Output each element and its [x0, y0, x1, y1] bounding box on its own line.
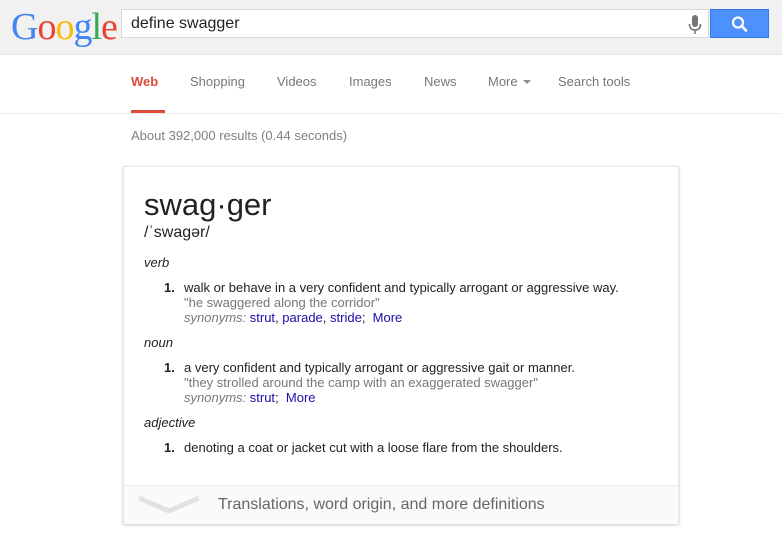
search-tabs: Web Shopping Videos Images News More Sea… [0, 55, 782, 114]
synonym-separator: ; [275, 390, 286, 405]
sense-number: 1. [164, 360, 175, 375]
tab-images[interactable]: Images [349, 74, 392, 89]
search-icon [731, 16, 748, 32]
dropdown-caret-icon [522, 80, 531, 84]
microphone-icon[interactable] [688, 15, 702, 35]
synonym-separator: ; [361, 310, 373, 325]
logo-letter-e: e [101, 6, 118, 48]
part-of-speech-verb: verb [144, 255, 170, 270]
active-tab-underline [131, 110, 165, 113]
logo-letter-g1: G [11, 6, 38, 48]
top-bar: Google [0, 0, 782, 55]
part-of-speech-noun: noun [144, 335, 173, 350]
sense-definition: walk or behave in a very confident and t… [184, 280, 619, 295]
synonyms-row: synonyms: strut; More [184, 390, 316, 405]
synonym-link[interactable]: parade [282, 310, 322, 325]
synonym-link[interactable]: strut [250, 390, 275, 405]
sense-example: "he swaggered along the corridor" [184, 295, 380, 310]
logo-letter-o1: o [37, 6, 56, 48]
logo-letter-o2: o [55, 6, 74, 48]
part-of-speech-adjective: adjective [144, 415, 196, 430]
synonyms-label: synonyms: [184, 310, 247, 325]
sense-number: 1. [164, 440, 175, 455]
synonyms-row: synonyms: strut, parade, stride; More [184, 310, 402, 325]
tab-news[interactable]: News [424, 74, 457, 89]
tab-more-label: More [488, 74, 518, 89]
tab-search-tools[interactable]: Search tools [558, 74, 630, 89]
logo-letter-g2: g [73, 6, 92, 48]
logo-letter-l: l [91, 6, 102, 48]
more-definitions-bar[interactable]: Translations, word origin, and more defi… [124, 485, 678, 524]
more-definitions-label: Translations, word origin, and more defi… [218, 496, 545, 513]
sense-number: 1. [164, 280, 175, 295]
more-synonyms-link[interactable]: More [286, 390, 316, 405]
synonym-separator: , [322, 310, 331, 325]
google-logo[interactable]: Google [11, 6, 118, 48]
synonym-link[interactable]: strut [250, 310, 275, 325]
search-button[interactable] [710, 9, 769, 38]
sense-example: "they strolled around the camp with an e… [184, 375, 538, 390]
pronunciation: /ˈswagər/ [144, 224, 210, 241]
sense-definition: denoting a coat or jacket cut with a loo… [184, 440, 563, 455]
synonyms-label: synonyms: [184, 390, 247, 405]
search-input[interactable] [131, 14, 671, 34]
tab-videos[interactable]: Videos [277, 74, 317, 89]
sense-definition: a very confident and typically arrogant … [184, 360, 575, 375]
tab-web[interactable]: Web [131, 74, 158, 89]
search-box[interactable] [121, 9, 709, 38]
synonym-link[interactable]: stride [330, 310, 362, 325]
tab-more[interactable]: More [488, 74, 531, 89]
more-synonyms-link[interactable]: More [373, 310, 403, 325]
result-stats: About 392,000 results (0.44 seconds) [131, 128, 348, 143]
dictionary-card: swag·ger /ˈswagər/ verb 1. walk or behav… [123, 166, 679, 524]
tab-shopping[interactable]: Shopping [190, 74, 245, 89]
chevron-down-icon [138, 495, 200, 514]
headword: swag·ger [144, 187, 272, 222]
